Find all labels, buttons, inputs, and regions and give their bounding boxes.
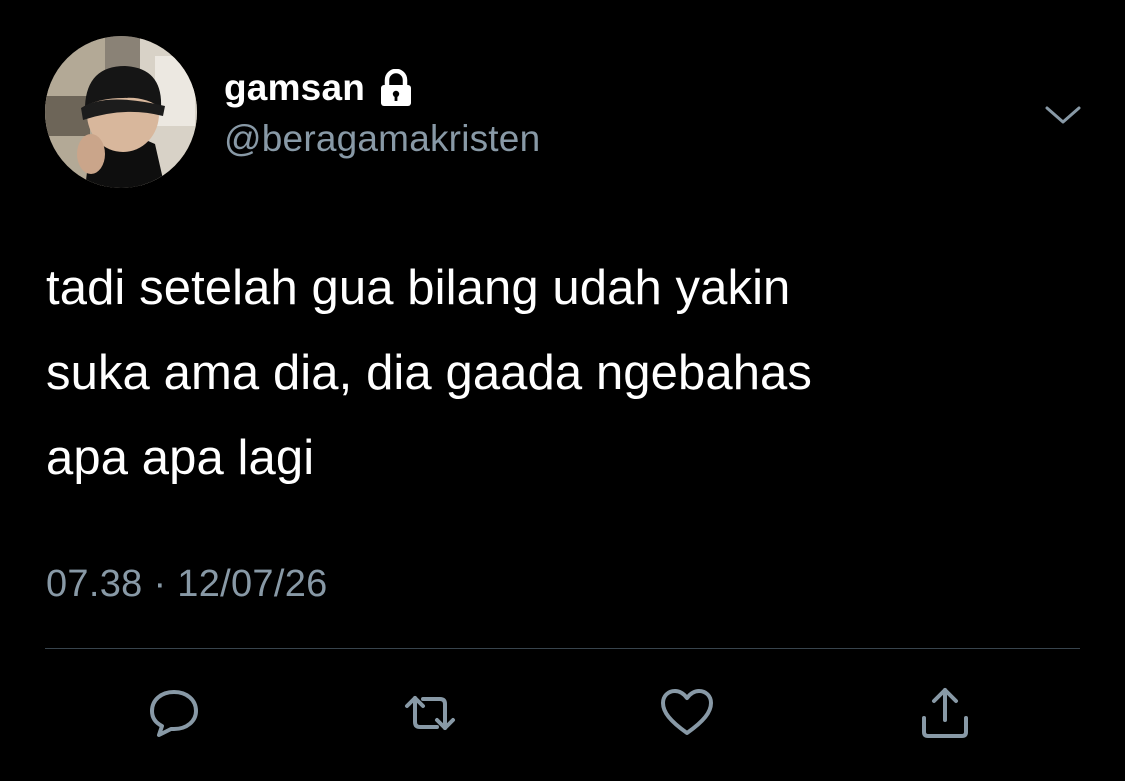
lock-icon — [379, 68, 413, 107]
display-name[interactable]: gamsan — [224, 67, 365, 109]
share-button[interactable] — [915, 683, 975, 743]
retweet-arrows-icon — [405, 696, 455, 730]
tweet-card: gamsan @beragamakristen tadi setelah gua… — [0, 0, 1125, 781]
tweet-timestamp[interactable]: 07.38 · 12/07/26 — [46, 563, 328, 606]
retweet-button[interactable] — [400, 683, 460, 743]
like-button[interactable] — [657, 683, 717, 743]
tweet-text: tadi setelah gua bilang udah yakin suka … — [46, 261, 813, 485]
reply-button[interactable] — [144, 683, 204, 743]
avatar[interactable] — [45, 36, 197, 188]
heart-icon — [661, 689, 713, 735]
user-handle[interactable]: @beragamakristen — [224, 118, 540, 160]
divider — [45, 648, 1080, 649]
speech-bubble-icon — [150, 690, 198, 737]
chevron-down-icon[interactable] — [1043, 100, 1083, 130]
share-upload-icon — [922, 688, 968, 738]
user-name-row: gamsan — [224, 66, 413, 110]
avatar-photo — [45, 36, 197, 188]
